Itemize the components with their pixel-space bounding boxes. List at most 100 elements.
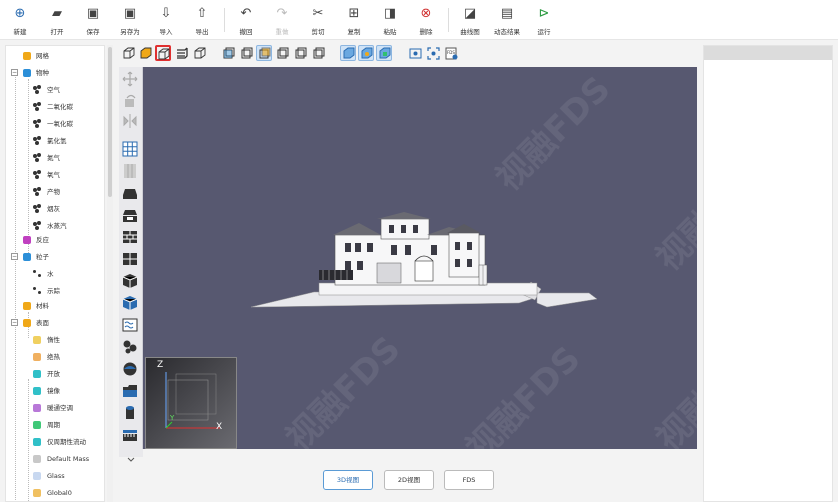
cut-button[interactable]: ✂ 剪切 (301, 6, 335, 36)
show-devices-button[interactable] (376, 45, 392, 61)
obstruction-button[interactable] (122, 229, 140, 245)
tree-item-materials[interactable]: 材料 (6, 298, 104, 314)
fds-export-view-button[interactable]: FDS (443, 45, 459, 61)
save-button[interactable]: ▣ 保存 (76, 6, 110, 36)
tree-item-glass[interactable]: Glass (6, 468, 104, 484)
tree-item-periodic-flow[interactable]: 仅周期性流动 (6, 434, 104, 450)
view-left-button[interactable] (256, 45, 272, 61)
view-right-button[interactable] (274, 45, 290, 61)
slab-button[interactable] (122, 185, 140, 201)
view-back-button[interactable] (238, 45, 254, 61)
show-geometry-button[interactable] (340, 45, 356, 61)
open-button[interactable]: ▰ 打开 (40, 6, 74, 36)
box-view-button[interactable] (191, 45, 207, 61)
layer-view-button[interactable] (173, 45, 189, 61)
redo-icon: ↷ (276, 6, 288, 21)
grid-icon (122, 141, 138, 157)
fds-file-icon: FDS (445, 47, 458, 60)
view-front-icon (223, 47, 235, 59)
new-button[interactable]: ⊕ 新建 (3, 6, 37, 36)
hole-button[interactable] (122, 295, 140, 311)
tree-item-water[interactable]: 水 (6, 266, 104, 282)
rotate-button[interactable] (122, 93, 140, 109)
collapse-toggle[interactable]: − (11, 253, 18, 260)
tree-item-inert[interactable]: 惰性 (6, 332, 104, 348)
paste-icon: ◨ (383, 6, 397, 21)
scrollbar-thumb[interactable] (108, 47, 112, 197)
collapse-toggle[interactable]: − (11, 69, 18, 76)
pan-button[interactable] (122, 71, 140, 87)
tools-scroll-down[interactable] (119, 449, 143, 462)
run-button[interactable]: ⊳ 运行 (527, 6, 561, 36)
delete-button[interactable]: ⊗ 删除 (409, 6, 443, 36)
ruler-button[interactable] (122, 427, 140, 443)
outline-view-button[interactable] (155, 45, 171, 61)
tree-item-mesh[interactable]: 网格 (6, 48, 104, 64)
undo-button[interactable]: ↶ 撤回 (229, 6, 263, 36)
cylinder-button[interactable] (122, 405, 140, 421)
molecule-icon (33, 102, 43, 112)
room-button[interactable] (122, 207, 140, 223)
tab-3d-view[interactable]: 3D视图 (323, 470, 373, 490)
vent-button[interactable] (122, 251, 140, 267)
tree-item-co[interactable]: 一氧化碳 (6, 116, 104, 132)
tree-item-soot[interactable]: 烟灰 (6, 201, 104, 217)
tab-fds[interactable]: FDS (444, 470, 494, 490)
zoom-selection-icon (427, 47, 440, 60)
fan-button[interactable] (122, 317, 140, 333)
tree-item-adiabatic[interactable]: 绝热 (6, 349, 104, 365)
main-toolbar: ⊕ 新建 ▰ 打开 ▣ 保存 ▣ 另存为 ⇩ 导入 ⇧ 导出 ↶ 撤回 ↷ 重做… (0, 0, 838, 40)
save-as-button[interactable]: ▣ 另存为 (113, 6, 147, 36)
tree-item-air[interactable]: 空气 (6, 82, 104, 98)
show-mesh-button[interactable] (358, 45, 374, 61)
tree-item-particles[interactable]: − 粒子 (6, 249, 104, 265)
wireframe-view-button[interactable] (120, 45, 136, 61)
tree-scrollbar[interactable] (107, 45, 113, 502)
view-toolbar: FDS (117, 43, 697, 65)
sphere-button[interactable] (122, 361, 140, 377)
solid-view-button[interactable] (137, 45, 153, 61)
folder-geometry-button[interactable] (122, 383, 140, 399)
box-icon (194, 47, 206, 59)
tree-item-open[interactable]: 开放 (6, 366, 104, 382)
surface-layer-icon (33, 421, 41, 429)
tree-item-default-mass[interactable]: Default Mass (6, 451, 104, 467)
tree-item-hcl[interactable]: 氯化氢 (6, 133, 104, 149)
vent-icon (123, 253, 137, 265)
paste-button[interactable]: ◨ 粘贴 (373, 6, 407, 36)
redo-button[interactable]: ↷ 重做 (265, 6, 299, 36)
zoom-selection-button[interactable] (425, 45, 441, 61)
tree-item-periodic[interactable]: 周期 (6, 417, 104, 433)
tree-item-surfaces[interactable]: − 表面 (6, 315, 104, 331)
mirror-button[interactable] (122, 113, 140, 129)
surface-layer-icon (33, 336, 41, 344)
particles-button[interactable] (122, 339, 140, 355)
view-front-button[interactable] (220, 45, 236, 61)
view-bottom-button[interactable] (310, 45, 326, 61)
tree-item-mirror[interactable]: 镜像 (6, 383, 104, 399)
wall-button[interactable] (122, 163, 140, 179)
cylinder-icon (126, 406, 134, 419)
tab-2d-view[interactable]: 2D视图 (384, 470, 434, 490)
tree-item-global0[interactable]: Global0 (6, 485, 104, 501)
3d-viewport[interactable]: 视融FDS 视融FDS 视融FDS 视融FDS 视融FDS Z X Y (119, 67, 697, 449)
block-button[interactable] (122, 273, 140, 289)
collapse-toggle[interactable]: − (11, 319, 18, 326)
export-button[interactable]: ⇧ 导出 (185, 6, 219, 36)
tree-item-co2[interactable]: 二氧化碳 (6, 99, 104, 115)
surface-layer-icon (33, 472, 41, 480)
curve-button[interactable]: ◪ 曲线图 (453, 6, 487, 36)
tree-item-reaction[interactable]: 反应 (6, 232, 104, 248)
copy-button[interactable]: ⊞ 复制 (337, 6, 371, 36)
tree-item-hvac[interactable]: 暖通空调 (6, 400, 104, 416)
tree-item-n2[interactable]: 氮气 (6, 150, 104, 166)
tree-item-products[interactable]: 产物 (6, 184, 104, 200)
tree-item-tracer[interactable]: 示踪 (6, 283, 104, 299)
import-button[interactable]: ⇩ 导入 (149, 6, 183, 36)
tree-item-o2[interactable]: 氧气 (6, 167, 104, 183)
view-top-button[interactable] (292, 45, 308, 61)
grid-button[interactable] (122, 141, 140, 157)
animation-results-button[interactable]: ▤ 动态结果 (490, 6, 524, 36)
zoom-fit-button[interactable] (407, 45, 423, 61)
tree-item-species[interactable]: − 物种 (6, 65, 104, 81)
